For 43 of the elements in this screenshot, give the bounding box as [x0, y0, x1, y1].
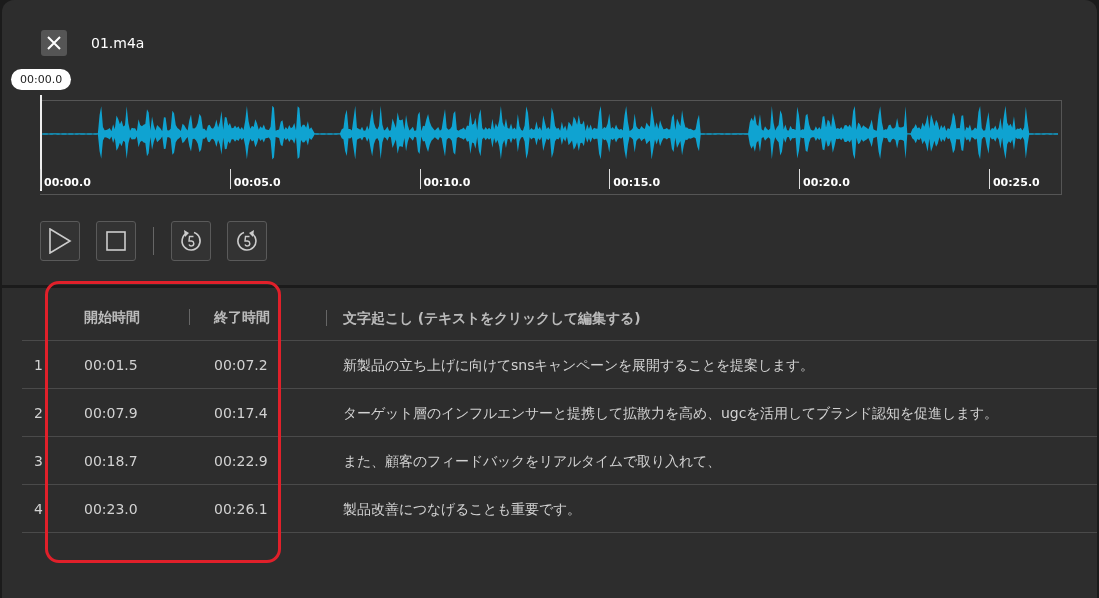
transcript-text[interactable]: また、顧客のフィードバックをリアルタイムで取り入れて、 — [343, 452, 721, 469]
column-header[interactable]: 終了時間 — [189, 309, 270, 325]
tick-mark — [799, 169, 801, 189]
tick-label: 00:25.0 — [992, 176, 1040, 189]
rewind-icon — [179, 229, 203, 253]
rewind-5-button[interactable] — [171, 221, 211, 261]
tick-label: 00:15.0 — [613, 176, 661, 189]
file-name: 01.m4a — [91, 35, 145, 51]
end-time-cell: 00:22.9 — [214, 452, 268, 469]
end-time-cell: 00:07.2 — [214, 356, 268, 373]
tick-label: 00:05.0 — [233, 176, 281, 189]
close-icon — [47, 36, 61, 50]
tick-label: 00:20.0 — [803, 176, 850, 189]
start-time-cell: 00:01.5 — [84, 356, 138, 373]
column-header[interactable]: 文字起こし (テキストをクリックして編集する) — [326, 310, 641, 326]
column-header[interactable]: 開始時間 — [84, 309, 140, 325]
row-number: 3 — [34, 452, 43, 469]
tick-mark — [40, 169, 41, 189]
transcript-text[interactable]: 製品改善につなげることも重要です。 — [343, 500, 581, 517]
tick-label: 00:00.0 — [44, 176, 91, 189]
tick-mark — [419, 169, 421, 189]
start-time-cell: 00:23.0 — [84, 500, 138, 517]
transcript-text[interactable]: 新製品の立ち上げに向けてsnsキャンペーンを展開することを提案します。 — [343, 356, 815, 373]
end-time-cell: 00:26.1 — [214, 500, 268, 517]
forward-5-button[interactable] — [227, 221, 267, 261]
tick-label: 00:10.0 — [423, 176, 471, 189]
forward-icon — [235, 229, 259, 253]
row-number: 1 — [34, 356, 43, 373]
end-time-cell: 00:17.4 — [214, 404, 268, 421]
row-number: 2 — [34, 404, 43, 421]
transcript-text[interactable]: ターゲット層のインフルエンサーと提携して拡散力を高め、ugcを活用してブランド認知を促進します。 — [343, 404, 999, 421]
close-button[interactable] — [41, 30, 67, 56]
start-time-cell: 00:07.9 — [84, 404, 138, 421]
row-number: 4 — [34, 500, 43, 517]
tick-mark — [229, 169, 231, 189]
playhead-time-label: 00:00.0 — [11, 69, 72, 90]
stop-icon — [106, 231, 126, 251]
tick-mark — [988, 169, 990, 189]
start-time-cell: 00:18.7 — [84, 452, 138, 469]
play-button[interactable] — [40, 221, 80, 261]
tick-mark — [609, 169, 611, 189]
stop-button[interactable] — [96, 221, 136, 261]
play-icon — [48, 228, 72, 254]
